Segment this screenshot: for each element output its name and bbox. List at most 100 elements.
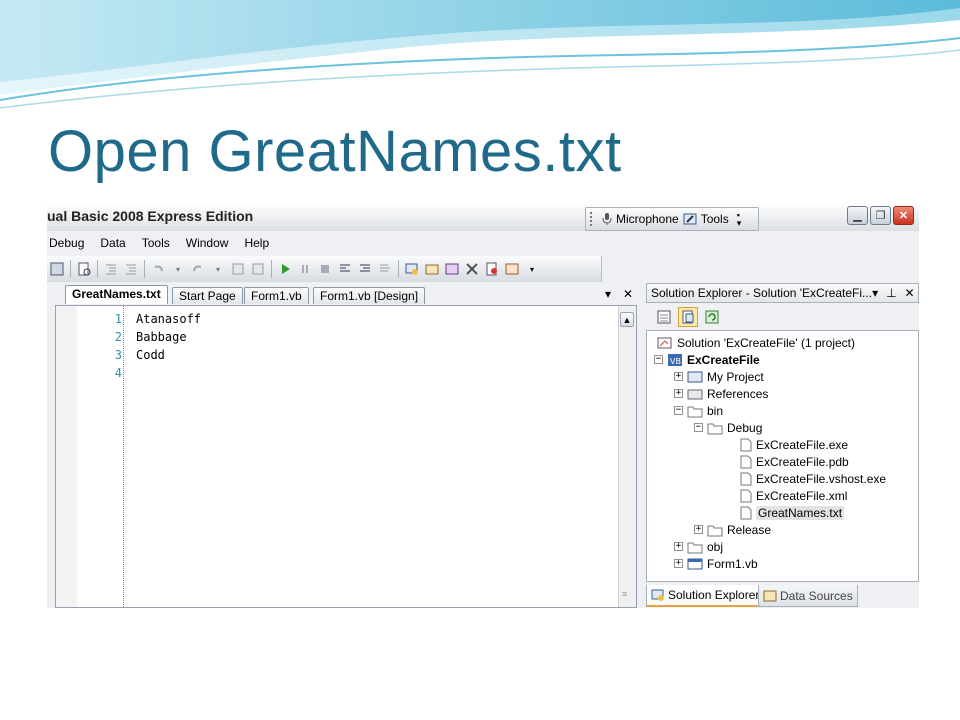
redo-dropdown-icon[interactable]: ▾ — [210, 261, 226, 277]
solution-explorer-header: Solution Explorer - Solution 'ExCreateFi… — [646, 283, 919, 303]
navigate-forward-icon[interactable] — [250, 261, 266, 277]
solution-explorer-icon[interactable] — [404, 261, 420, 277]
step-out-icon[interactable] — [377, 261, 393, 277]
tree-bin-folder[interactable]: − bin — [674, 402, 723, 419]
minimize-icon: ▁ — [853, 210, 862, 222]
tab-solution-explorer[interactable]: Solution Explorer — [646, 585, 765, 607]
stop-debugging-icon[interactable] — [317, 261, 333, 277]
menu-tools[interactable]: Tools — [142, 236, 170, 250]
file-content[interactable]: Atanasoff Babbage Codd — [136, 310, 201, 382]
indent-icon[interactable] — [123, 261, 139, 277]
tree-label: Debug — [727, 420, 763, 435]
close-button[interactable]: ✕ — [893, 206, 914, 225]
step-over-icon[interactable] — [357, 261, 373, 277]
navigate-back-icon[interactable] — [230, 261, 246, 277]
data-sources-icon — [763, 590, 777, 601]
minimize-button[interactable]: ▁ — [847, 206, 868, 225]
expand-icon[interactable]: + — [674, 559, 683, 568]
expand-icon[interactable]: + — [674, 372, 683, 381]
window-position-dropdown-icon[interactable]: ▾ — [872, 286, 878, 300]
undo-dropdown-icon[interactable]: ▾ — [170, 261, 186, 277]
tree-solution[interactable]: Solution 'ExCreateFile' (1 project) — [657, 334, 855, 351]
show-all-files-button[interactable] — [678, 307, 698, 327]
tab-label: Solution Explorer — [668, 588, 760, 602]
tree-references[interactable]: + References — [674, 385, 768, 402]
expand-icon[interactable]: + — [674, 389, 683, 398]
toolbar-separator — [70, 260, 71, 278]
tab-form1-vb[interactable]: Form1.vb — [244, 287, 309, 304]
collapse-icon[interactable]: − — [694, 423, 703, 432]
text-editor[interactable]: 1 2 3 4 Atanasoff Babbage Codd ▲ ≡ — [55, 305, 637, 608]
scrollbar-grip-icon[interactable]: ≡ — [622, 589, 627, 599]
language-bar-options-icon[interactable]: ▪ ▾ — [737, 211, 742, 228]
vertical-scrollbar[interactable]: ▲ ≡ — [618, 306, 636, 607]
text-line[interactable]: Babbage — [136, 328, 201, 346]
slide-header-decoration — [0, 0, 960, 109]
window-title: ual Basic 2008 Express Edition — [47, 208, 254, 224]
save-icon[interactable] — [49, 261, 65, 277]
start-page-icon[interactable] — [504, 261, 520, 277]
tree-file[interactable]: ExCreateFile.pdb — [740, 453, 849, 470]
toolbox-icon[interactable] — [464, 261, 480, 277]
find-in-files-icon[interactable] — [76, 261, 92, 277]
menu-data[interactable]: Data — [100, 236, 125, 250]
microphone-button[interactable]: Microphone — [600, 212, 679, 226]
break-all-icon[interactable] — [297, 261, 313, 277]
scroll-up-button[interactable]: ▲ — [620, 312, 634, 327]
tree-project[interactable]: − VB ExCreateFile — [654, 351, 760, 368]
tree-file-selected[interactable]: GreatNames.txt — [740, 504, 845, 521]
tree-my-project[interactable]: + My Project — [674, 368, 764, 385]
text-line[interactable]: Codd — [136, 346, 201, 364]
tree-label: Solution 'ExCreateFile' (1 project) — [677, 335, 855, 350]
line-number: 1 — [114, 312, 122, 326]
tree-obj-folder[interactable]: + obj — [674, 538, 723, 555]
start-debugging-icon[interactable] — [277, 261, 293, 277]
redo-icon[interactable] — [190, 261, 206, 277]
tree-label: ExCreateFile — [687, 352, 760, 367]
tree-form1[interactable]: + Form1.vb — [674, 555, 758, 572]
toolbar-separator — [398, 260, 399, 278]
menu-window[interactable]: Window — [186, 236, 229, 250]
tree-release-folder[interactable]: + Release — [694, 521, 771, 538]
grip-handle[interactable] — [590, 212, 596, 226]
properties-icon[interactable] — [424, 261, 440, 277]
tree-label: References — [707, 386, 769, 401]
text-line[interactable] — [136, 364, 201, 382]
restore-button[interactable]: ❐ — [870, 206, 891, 225]
tab-data-sources[interactable]: Data Sources — [758, 585, 858, 607]
tab-greatnames-txt[interactable]: GreatNames.txt — [65, 285, 168, 304]
language-bar: Microphone Tools ▪ ▾ — [585, 207, 759, 231]
open-folder-icon — [687, 406, 703, 417]
properties-button[interactable] — [654, 307, 674, 327]
title-bar: ual Basic 2008 Express Edition Microphon… — [47, 203, 919, 231]
menu-debug[interactable]: Debug — [49, 236, 84, 250]
outdent-icon[interactable] — [103, 261, 119, 277]
expand-icon[interactable]: + — [674, 542, 683, 551]
auto-hide-pin-icon[interactable]: ⊥ — [886, 286, 896, 300]
tab-form1-vb-design[interactable]: Form1.vb [Design] — [313, 287, 426, 304]
undo-icon[interactable] — [150, 261, 166, 277]
close-panel-icon[interactable]: ✕ — [905, 286, 915, 300]
solution-explorer-panel: Solution Explorer - Solution 'ExCreateFi… — [646, 283, 919, 608]
tree-file[interactable]: ExCreateFile.exe — [740, 436, 848, 453]
expand-icon[interactable]: + — [694, 525, 703, 534]
tab-label: Data Sources — [780, 588, 853, 603]
step-into-icon[interactable] — [337, 261, 353, 277]
collapse-icon[interactable]: − — [654, 355, 663, 364]
refresh-button[interactable] — [702, 307, 722, 327]
tree-file[interactable]: ExCreateFile.vshost.exe — [740, 470, 886, 487]
tools-button[interactable]: Tools — [683, 212, 729, 226]
tree-file[interactable]: ExCreateFile.xml — [740, 487, 847, 504]
error-list-icon[interactable] — [484, 261, 500, 277]
text-line[interactable]: Atanasoff — [136, 310, 201, 328]
collapse-icon[interactable]: − — [674, 406, 683, 415]
object-browser-icon[interactable] — [444, 261, 460, 277]
file-icon — [740, 472, 752, 485]
tab-start-page[interactable]: Start Page — [172, 287, 243, 304]
menu-bar: Debug Data Tools Window Help — [47, 232, 919, 254]
close-document-icon[interactable]: ✕ — [623, 287, 633, 301]
tree-debug-folder[interactable]: − Debug — [694, 419, 762, 436]
menu-help[interactable]: Help — [244, 236, 269, 250]
toolbar-options-icon[interactable]: ▾ — [524, 261, 540, 277]
active-files-dropdown-icon[interactable]: ▾ — [605, 287, 611, 301]
